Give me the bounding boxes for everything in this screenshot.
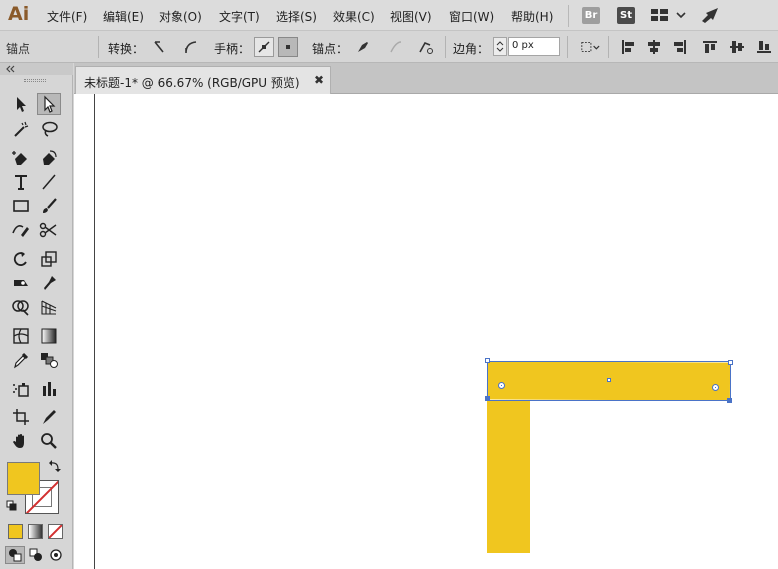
control-divider: [567, 36, 568, 58]
control-divider: [445, 36, 446, 58]
document-tab[interactable]: 未标题-1* @ 66.67% (RGB/GPU 预览) ✖: [75, 66, 331, 94]
isolate-object-icon[interactable]: [580, 37, 600, 57]
scale-tool-icon[interactable]: [37, 248, 61, 270]
convert-smooth-icon[interactable]: [180, 37, 200, 57]
selection-type-label: 锚点: [6, 42, 31, 56]
vertical-bar-shape[interactable]: [487, 400, 530, 553]
anchor-point-bottom-right[interactable]: [727, 398, 732, 403]
fill-swatch[interactable]: [7, 462, 40, 495]
close-document-icon[interactable]: ✖: [314, 73, 324, 87]
selection-tool-icon[interactable]: [9, 93, 33, 115]
direct-selection-tool-icon[interactable]: [37, 93, 61, 115]
gradient-mode-button[interactable]: [28, 524, 43, 539]
collapse-panel-icon: [6, 65, 15, 73]
type-tool-icon[interactable]: [9, 171, 33, 193]
menu-bar: Ai 文件(F) 编辑(E) 对象(O) 文字(T) 选择(S) 效果(C) 视…: [0, 0, 778, 31]
handles-label: 手柄：: [214, 42, 251, 56]
paintbrush-tool-icon[interactable]: [37, 195, 61, 217]
corner-radius-stepper[interactable]: [493, 37, 507, 56]
align-left-icon[interactable]: [618, 37, 638, 57]
anchor-point-top-right[interactable]: [728, 360, 733, 365]
gradient-tool-icon[interactable]: [37, 325, 61, 347]
eyedropper-tool-icon[interactable]: [9, 349, 33, 371]
gpu-performance-icon[interactable]: [700, 6, 720, 27]
perspective-grid-tool-icon[interactable]: [37, 296, 61, 318]
control-bar: 锚点 转换： 手柄： 锚点： 边角：: [0, 31, 778, 63]
panel-grip[interactable]: [24, 79, 46, 82]
live-corner-widget-left[interactable]: [498, 382, 505, 389]
magic-wand-tool-icon[interactable]: [9, 118, 33, 140]
draw-behind-icon[interactable]: [26, 546, 46, 564]
mesh-tool-icon[interactable]: [9, 325, 33, 347]
workspace-switcher-icon[interactable]: [650, 6, 688, 27]
symbol-sprayer-tool-icon[interactable]: [9, 378, 33, 400]
document-title: 未标题-1* @ 66.67% (RGB/GPU 预览): [84, 76, 300, 90]
swap-fill-stroke-icon[interactable]: [45, 456, 65, 476]
menu-effect[interactable]: 效果(C): [333, 8, 375, 25]
width-tool-icon[interactable]: [9, 272, 33, 294]
corner-label: 边角：: [453, 42, 490, 56]
menu-window[interactable]: 窗口(W): [449, 8, 494, 25]
cut-path-icon[interactable]: [416, 37, 436, 57]
align-middle-icon[interactable]: [727, 37, 747, 57]
corner-radius-input[interactable]: 0 px: [508, 37, 560, 56]
hide-handles-icon[interactable]: [278, 37, 298, 57]
line-segment-tool-icon[interactable]: [37, 171, 61, 193]
slice-tool-icon[interactable]: [37, 406, 61, 428]
draw-inside-icon[interactable]: [46, 546, 66, 564]
rotate-tool-icon[interactable]: [9, 248, 33, 270]
default-fill-stroke-icon[interactable]: [2, 496, 22, 516]
document-tab-strip: 未标题-1* @ 66.67% (RGB/GPU 预览) ✖: [74, 63, 778, 94]
hand-tool-icon[interactable]: [9, 430, 33, 452]
column-graph-tool-icon[interactable]: [37, 378, 61, 400]
bridge-button[interactable]: Br: [582, 7, 600, 24]
tools-panel-header[interactable]: [0, 63, 73, 75]
shape-builder-tool-icon[interactable]: [9, 296, 33, 318]
menu-object[interactable]: 对象(O): [159, 8, 202, 25]
puppet-warp-tool-icon[interactable]: [37, 272, 61, 294]
anchor-point-bottom-left[interactable]: [485, 396, 490, 401]
live-corner-widget-right[interactable]: [712, 384, 719, 391]
canvas[interactable]: [74, 94, 778, 569]
menu-view[interactable]: 视图(V): [390, 8, 432, 25]
menu-type[interactable]: 文字(T): [219, 8, 260, 25]
remove-anchor-icon[interactable]: [353, 37, 373, 57]
convert-corner-icon[interactable]: [150, 37, 170, 57]
show-handles-icon[interactable]: [254, 37, 274, 57]
align-right-icon[interactable]: [670, 37, 690, 57]
control-divider: [98, 36, 99, 58]
blend-tool-icon[interactable]: [37, 349, 61, 371]
curvature-tool-icon[interactable]: [37, 147, 61, 169]
draw-normal-icon[interactable]: [5, 546, 25, 564]
anchor-label: 锚点：: [312, 42, 349, 56]
menubar-divider: [568, 5, 569, 27]
artboard-edge: [94, 94, 95, 569]
color-mode-button[interactable]: [8, 524, 23, 539]
stock-button[interactable]: St: [617, 7, 635, 24]
convert-label: 转换：: [108, 42, 145, 56]
artboard-tool-icon[interactable]: [9, 406, 33, 428]
scissors-tool-icon[interactable]: [37, 219, 61, 241]
align-bottom-icon[interactable]: [754, 37, 774, 57]
connect-anchor-icon: [386, 37, 406, 57]
align-center-icon[interactable]: [644, 37, 664, 57]
pen-tool-icon[interactable]: [9, 147, 33, 169]
menu-file[interactable]: 文件(F): [47, 8, 87, 25]
center-point[interactable]: [607, 378, 611, 382]
control-divider: [608, 36, 609, 58]
tools-panel: [0, 63, 73, 569]
align-top-icon[interactable]: [700, 37, 720, 57]
menu-edit[interactable]: 编辑(E): [103, 8, 144, 25]
zoom-tool-icon[interactable]: [37, 430, 61, 452]
lasso-tool-icon[interactable]: [37, 118, 61, 140]
none-mode-button[interactable]: [48, 524, 63, 539]
app-logo: Ai: [8, 3, 30, 25]
menu-select[interactable]: 选择(S): [276, 8, 317, 25]
rectangle-tool-icon[interactable]: [9, 195, 33, 217]
anchor-point-top-left[interactable]: [485, 358, 490, 363]
menu-help[interactable]: 帮助(H): [511, 8, 553, 25]
shaper-tool-icon[interactable]: [9, 219, 33, 241]
